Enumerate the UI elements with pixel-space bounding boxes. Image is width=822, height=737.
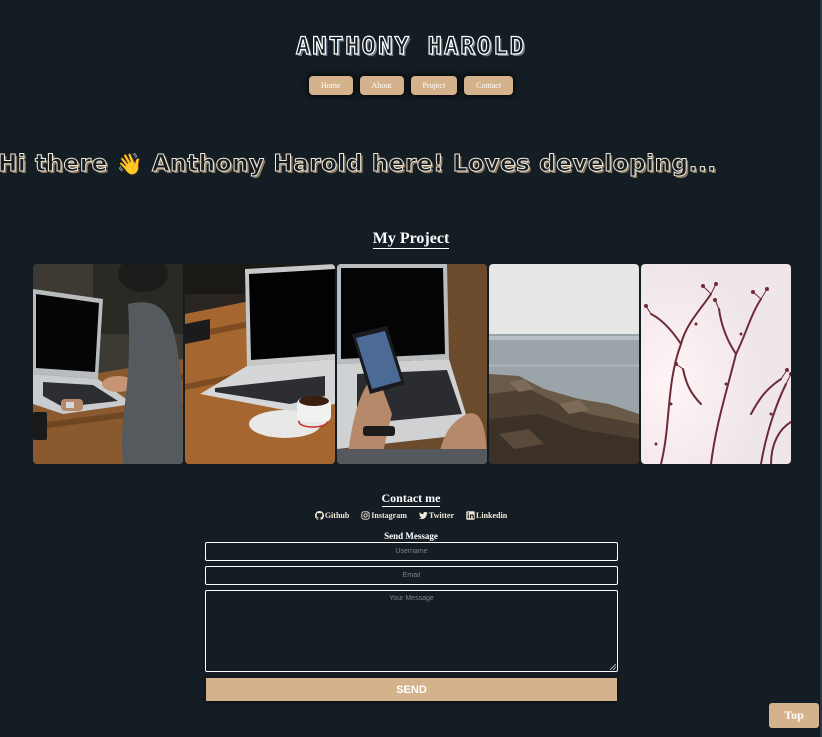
github-icon bbox=[314, 511, 324, 520]
hero-text-start: Hi there bbox=[0, 151, 117, 178]
laptop-coffee-photo-icon bbox=[185, 264, 335, 464]
nav-contact-button[interactable]: Contact bbox=[464, 76, 514, 95]
message-textarea[interactable] bbox=[205, 590, 618, 672]
project-gallery bbox=[33, 264, 791, 464]
send-message-heading: Send Message bbox=[384, 531, 438, 541]
email-input[interactable] bbox=[205, 566, 618, 585]
contact-heading-text: Contact me bbox=[381, 491, 441, 507]
instagram-link[interactable]: Instagram bbox=[361, 511, 407, 520]
linkedin-icon bbox=[466, 511, 475, 520]
nav-about-button[interactable]: About bbox=[359, 76, 404, 95]
twitter-icon bbox=[418, 511, 428, 520]
laptop-typing-photo-icon bbox=[33, 264, 183, 464]
project-card-5[interactable] bbox=[641, 264, 791, 464]
instagram-label: Instagram bbox=[371, 511, 407, 520]
project-card-4[interactable] bbox=[489, 264, 639, 464]
twitter-link[interactable]: Twitter bbox=[418, 511, 455, 520]
phone-laptop-photo-icon bbox=[337, 264, 487, 464]
contact-heading: Contact me bbox=[0, 490, 822, 507]
username-input[interactable] bbox=[205, 542, 618, 561]
linkedin-link[interactable]: Linkedin bbox=[466, 511, 507, 520]
resize-grip-icon[interactable] bbox=[610, 664, 616, 670]
page: ANTHONY HAROLD Home About Project Contac… bbox=[0, 0, 822, 737]
back-to-top-button[interactable]: Top bbox=[769, 703, 819, 728]
instagram-icon bbox=[361, 511, 370, 520]
branches-sky-photo-icon bbox=[641, 264, 791, 464]
github-label: Github bbox=[324, 511, 350, 520]
rocky-seashore-photo-icon bbox=[489, 264, 639, 464]
twitter-label: Twitter bbox=[428, 511, 455, 520]
send-button[interactable]: SEND bbox=[206, 678, 617, 701]
waving-hand-icon: 👋 bbox=[116, 152, 144, 176]
linkedin-label: Linkedin bbox=[476, 511, 508, 520]
project-card-3[interactable] bbox=[337, 264, 487, 464]
github-link[interactable]: Github bbox=[314, 511, 350, 520]
site-title: ANTHONY HAROLD bbox=[295, 31, 527, 60]
projects-heading: My Project bbox=[0, 229, 822, 249]
main-nav: Home About Project Contact bbox=[0, 76, 822, 95]
nav-home-button[interactable]: Home bbox=[308, 76, 353, 95]
project-card-1[interactable] bbox=[33, 264, 183, 464]
projects-heading-text: My Project bbox=[372, 230, 450, 249]
hero-text-end: Anthony Harold here! Loves developing... bbox=[143, 151, 717, 178]
nav-project-button[interactable]: Project bbox=[410, 76, 458, 95]
social-links: Github Instagram Twitter Linkedin bbox=[0, 511, 822, 520]
hero-headline: Hi there 👋 Anthony Harold here! Loves de… bbox=[0, 148, 717, 180]
project-card-2[interactable] bbox=[185, 264, 335, 464]
